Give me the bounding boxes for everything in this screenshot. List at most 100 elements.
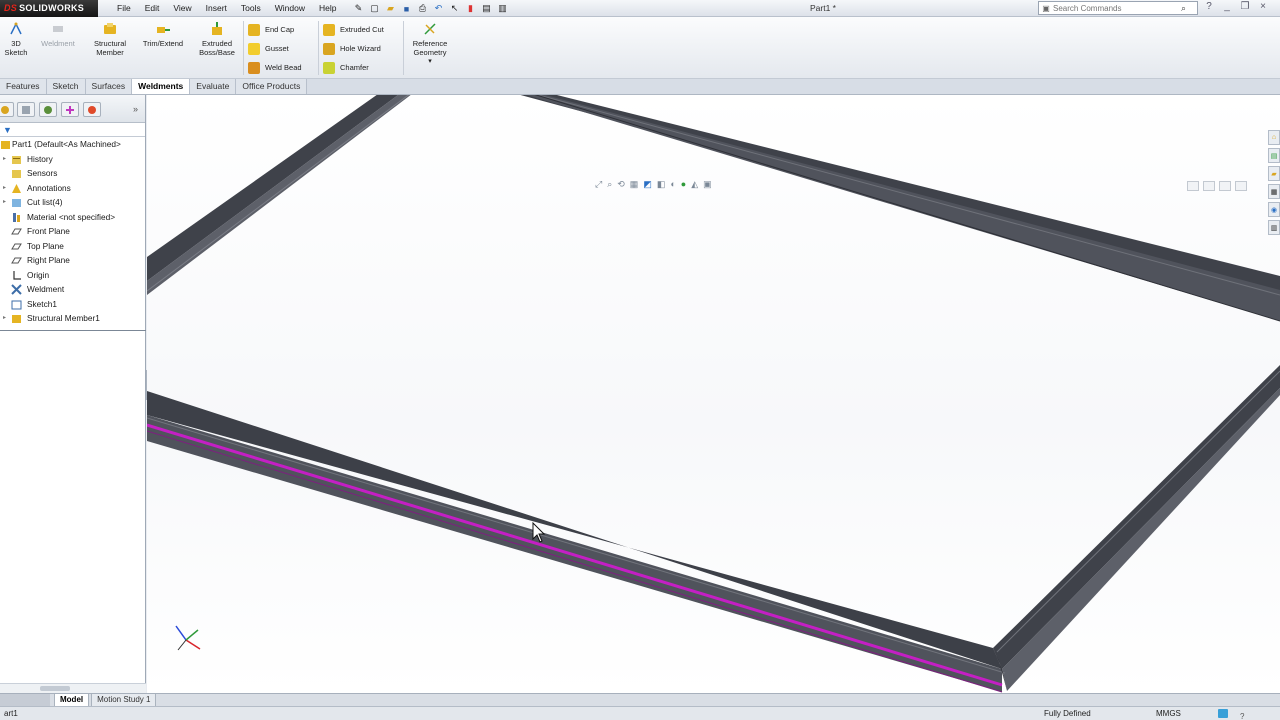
tree-item-cut-list[interactable]: ▸ Cut list(4) [0, 195, 145, 210]
tab-sketch[interactable]: Sketch [46, 79, 86, 94]
expand-icon[interactable]: ▸ [3, 152, 6, 167]
search-scope-icon[interactable]: ▣ [1039, 4, 1053, 13]
trim-extend-button[interactable]: Trim/Extend [137, 21, 189, 48]
menu-window[interactable]: Window [268, 0, 312, 17]
viewport-restore-icon[interactable] [1203, 181, 1215, 191]
menu-insert[interactable]: Insert [199, 0, 234, 17]
tab-weldments[interactable]: Weldments [132, 79, 191, 94]
rebuild-icon[interactable]: ▮ [464, 2, 477, 15]
zoom-area-icon[interactable]: ⌕ [607, 179, 612, 190]
file-explorer-icon[interactable]: ▰ [1268, 166, 1280, 181]
pin-icon[interactable]: ✎ [352, 2, 365, 15]
appearance-icon[interactable]: ● [681, 179, 686, 190]
tab-evaluate[interactable]: Evaluate [190, 79, 237, 94]
scrollbar-thumb[interactable] [40, 686, 70, 691]
viewport-close-icon[interactable] [1235, 181, 1247, 191]
reference-geometry-button[interactable]: Reference Geometry ▾ [406, 21, 454, 66]
hide-show-icon[interactable]: ◐ [670, 179, 675, 190]
status-help-icon[interactable]: ? [1240, 710, 1244, 720]
extruded-boss-button[interactable]: Extruded Boss/Base [194, 21, 240, 57]
tab-motion-study-1[interactable]: Motion Study 1 [91, 693, 157, 707]
help-icon[interactable]: ? [1202, 1, 1216, 12]
hole-wizard-button[interactable]: Hole Wizard [323, 41, 381, 56]
viewport-minimize-icon[interactable] [1187, 181, 1199, 191]
expand-icon[interactable]: ▸ [3, 181, 6, 196]
search-commands[interactable]: ▣ ⌕ [1038, 1, 1198, 15]
feature-manager-tree-icon[interactable] [0, 102, 14, 117]
display-style-icon[interactable]: ◧ [657, 179, 666, 190]
zoom-fit-icon[interactable]: ⤢ [595, 179, 602, 190]
scene-icon[interactable]: ◭ [691, 179, 698, 190]
print-icon[interactable]: ⎙ [416, 2, 429, 15]
property-manager-icon[interactable] [17, 102, 35, 117]
menu-help[interactable]: Help [312, 0, 343, 17]
menu-view[interactable]: View [166, 0, 198, 17]
display-manager-icon[interactable] [83, 102, 101, 117]
undo-icon[interactable]: ↶ [432, 2, 445, 15]
view-palette-icon[interactable]: ▦ [1268, 184, 1280, 199]
graphics-area[interactable]: ⤢ ⌕ ⟲ ▦ ◩ ◧ ◐ ● ◭ ▣ [147, 95, 1280, 693]
tree-item-weldment[interactable]: Weldment [0, 282, 145, 297]
close-icon[interactable]: × [1256, 1, 1270, 12]
tab-office-products[interactable]: Office Products [236, 79, 308, 94]
expand-icon[interactable]: ▸ [3, 311, 6, 326]
open-icon[interactable]: ▰ [384, 2, 397, 15]
restore-icon[interactable]: ❐ [1238, 1, 1252, 12]
previous-view-icon[interactable]: ⟲ [617, 179, 625, 190]
custom-properties-icon[interactable]: ▥ [1268, 220, 1280, 235]
horizontal-scrollbar[interactable] [0, 683, 146, 693]
configuration-manager-icon[interactable] [39, 102, 57, 117]
appearances-icon[interactable]: ◉ [1268, 202, 1280, 217]
viewport-maximize-icon[interactable] [1219, 181, 1231, 191]
status-units[interactable]: MMGS [1156, 707, 1181, 720]
dimxpert-manager-icon[interactable] [61, 102, 79, 117]
new-document-icon[interactable]: ▢ [368, 2, 381, 15]
solidworks-resources-icon[interactable]: ⌂ [1268, 130, 1280, 145]
select-icon[interactable]: ↖ [448, 2, 461, 15]
tree-item-top-plane[interactable]: Top Plane [0, 239, 145, 254]
structural-member-button[interactable]: Structural Member [88, 21, 132, 57]
minimize-icon[interactable]: _ [1220, 1, 1234, 12]
search-icon[interactable]: ⌕ [1181, 3, 1186, 14]
weldment-button[interactable]: Weldment [36, 21, 80, 48]
tree-item-origin[interactable]: Origin [0, 268, 145, 283]
extruded-cut-button[interactable]: Extruded Cut [323, 22, 384, 37]
sketch3d-button[interactable]: 3D Sketch [4, 21, 28, 57]
tree-item-structural-member1[interactable]: ▸ Structural Member1 [0, 311, 145, 326]
menu-bar: File Edit View Insert Tools Window Help [110, 0, 343, 17]
feature-filter[interactable]: ▼ [0, 123, 145, 137]
section-view-icon[interactable]: ▦ [630, 179, 639, 190]
menu-tools[interactable]: Tools [234, 0, 268, 17]
app-logo[interactable]: DS SOLIDWORKS [0, 0, 98, 17]
cut-list-icon [12, 199, 21, 207]
menu-file[interactable]: File [110, 0, 138, 17]
tree-item-sensors[interactable]: Sensors [0, 166, 145, 181]
tab-model[interactable]: Model [54, 693, 90, 707]
tree-item-history[interactable]: ▸ History [0, 152, 145, 167]
end-cap-button[interactable]: End Cap [248, 22, 294, 37]
expand-panel-icon[interactable]: » [133, 104, 138, 114]
tree-item-sketch1[interactable]: Sketch1 [0, 297, 145, 312]
tree-item-front-plane[interactable]: Front Plane [0, 224, 145, 239]
tab-features[interactable]: Features [0, 79, 47, 94]
chevron-down-icon[interactable]: ▾ [428, 57, 432, 66]
menu-edit[interactable]: Edit [138, 0, 167, 17]
file-properties-icon[interactable]: ▤ [480, 2, 493, 15]
weld-bead-button[interactable]: Weld Bead [248, 60, 302, 75]
design-library-icon[interactable]: ▤ [1268, 148, 1280, 163]
view-settings-icon[interactable]: ▣ [703, 179, 712, 190]
view-orientation-icon[interactable]: ◩ [643, 179, 652, 190]
tab-surfaces[interactable]: Surfaces [85, 79, 133, 94]
tab-navigation-arrows[interactable] [0, 694, 50, 706]
chamfer-button[interactable]: Chamfer [323, 60, 369, 75]
search-input[interactable] [1053, 3, 1181, 13]
rebuild-status-icon[interactable] [1218, 709, 1228, 718]
tree-item-right-plane[interactable]: Right Plane [0, 253, 145, 268]
options-icon[interactable]: ▥ [496, 2, 509, 15]
expand-icon[interactable]: ▸ [3, 195, 6, 210]
gusset-button[interactable]: Gusset [248, 41, 289, 56]
tree-root-part[interactable]: Part1 (Default<As Machined> [0, 137, 145, 152]
tree-item-material[interactable]: Material <not specified> [0, 210, 145, 225]
save-icon[interactable]: ■ [400, 2, 413, 15]
tree-item-annotations[interactable]: ▸ Annotations [0, 181, 145, 196]
